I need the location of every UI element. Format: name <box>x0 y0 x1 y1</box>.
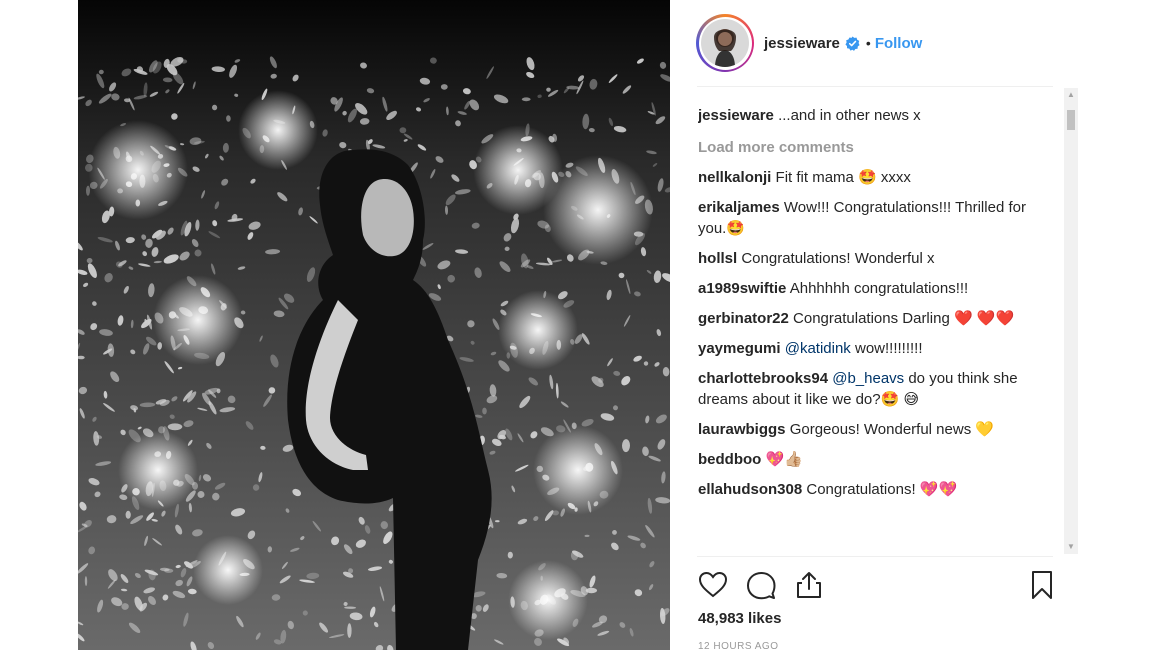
follow-button[interactable]: Follow <box>875 35 923 52</box>
comment-text: Congratulations! Wonderful x <box>741 250 935 267</box>
light-glow <box>543 155 653 265</box>
light-glow <box>193 535 263 605</box>
scroll-up-arrow-icon[interactable]: ▲ <box>1064 88 1078 102</box>
comment-row: erikaljames Wow!!! Congratulations!!! Th… <box>698 197 1058 239</box>
share-icon[interactable] <box>793 569 825 601</box>
light-glow <box>118 430 198 510</box>
comment-text: Congratulations Darling ❤️ ❤️❤️ <box>793 310 1015 327</box>
post-actions <box>697 567 1057 603</box>
comment-text: Gorgeous! Wonderful news 💛 <box>789 421 995 438</box>
comment-username[interactable]: yaymegumi <box>698 340 781 357</box>
post-header: jessieware • Follow <box>670 0 1060 86</box>
header-divider <box>697 86 1053 87</box>
comment-row: charlottebrooks94 @b_heavs do you think … <box>698 368 1058 410</box>
leaf-shape <box>521 97 531 102</box>
comment-text: 💖👍🏼 <box>765 451 803 468</box>
comment-row: a1989swiftie Ahhhhhh congratulations!!! <box>698 278 1058 299</box>
actions-divider <box>697 556 1053 557</box>
avatar-frame <box>698 16 752 70</box>
avatar-image <box>701 19 749 67</box>
leaf-shape <box>167 423 183 431</box>
comment-username[interactable]: beddboo <box>698 451 761 468</box>
comment-icon[interactable] <box>745 569 777 601</box>
comment-row: yaymegumi @katidink wow!!!!!!!!! <box>698 338 1058 359</box>
comment-row: ellahudson308 Congratulations! 💖💖 <box>698 479 1058 500</box>
comment-row: hollsl Congratulations! Wonderful x <box>698 248 1058 269</box>
comment-text: Ahhhhhh congratulations!!! <box>789 280 969 297</box>
light-glow <box>508 560 588 640</box>
scroll-thumb[interactable] <box>1067 110 1075 130</box>
comment-text: Congratulations! 💖💖 <box>806 481 958 498</box>
separator-dot: • <box>865 35 871 51</box>
comment-mention[interactable]: @b_heavs <box>832 370 904 387</box>
comment-username[interactable]: hollsl <box>698 250 737 267</box>
post-timestamp: 12 HOURS AGO <box>698 641 779 650</box>
comment-mention[interactable]: @katidink <box>785 340 851 357</box>
scroll-down-arrow-icon[interactable]: ▼ <box>1064 540 1078 554</box>
leaf-shape <box>440 84 448 90</box>
caption: jessieware ...and in other news x <box>698 105 1058 126</box>
avatar[interactable] <box>696 14 754 72</box>
comment-text: wow!!!!!!!!! <box>854 340 923 357</box>
post-side-panel: jessieware • Follow jessieware ...and in… <box>670 0 1078 650</box>
bookmark-icon[interactable] <box>1026 569 1058 601</box>
post-photo[interactable] <box>78 0 670 650</box>
caption-username[interactable]: jessieware <box>698 107 774 124</box>
post-image <box>78 0 670 650</box>
comment-username[interactable]: ellahudson308 <box>698 481 802 498</box>
comment-row: beddboo 💖👍🏼 <box>698 449 1058 470</box>
light-glow <box>88 120 188 220</box>
heart-icon[interactable] <box>697 569 729 601</box>
comment-text: Fit fit mama 🤩 xxxx <box>775 169 911 186</box>
post-username[interactable]: jessieware <box>764 35 840 52</box>
leaf-shape <box>347 623 352 638</box>
comment-username[interactable]: gerbinator22 <box>698 310 789 327</box>
leaf-shape <box>125 510 131 519</box>
comment-username[interactable]: laurawbiggs <box>698 421 786 438</box>
load-more-comments-button[interactable]: Load more comments <box>698 137 1058 158</box>
light-glow <box>238 90 318 170</box>
comment-username[interactable]: a1989swiftie <box>698 280 786 297</box>
comment-row: gerbinator22 Congratulations Darling ❤️ … <box>698 308 1058 329</box>
verified-badge-icon <box>845 35 860 51</box>
comment-username[interactable]: erikaljames <box>698 199 780 216</box>
light-glow <box>498 290 578 370</box>
comments-list[interactable]: jessieware ...and in other news x Load m… <box>698 96 1058 556</box>
caption-text: ...and in other news x <box>778 107 921 124</box>
likes-count[interactable]: 48,983 likes <box>698 610 781 627</box>
light-glow <box>153 275 243 365</box>
leaf-shape <box>585 587 598 594</box>
light-glow <box>533 425 623 515</box>
leaf-shape <box>399 127 407 134</box>
comments-scrollbar[interactable]: ▲ ▼ <box>1064 88 1078 554</box>
comment-username[interactable]: nellkalonji <box>698 169 771 186</box>
comment-row: nellkalonji Fit fit mama 🤩 xxxx <box>698 167 1058 188</box>
comment-row: laurawbiggs Gorgeous! Wonderful news 💛 <box>698 419 1058 440</box>
comment-container: nellkalonji Fit fit mama 🤩 xxxx erikaljam… <box>698 167 1058 500</box>
comment-username[interactable]: charlottebrooks94 <box>698 370 828 387</box>
